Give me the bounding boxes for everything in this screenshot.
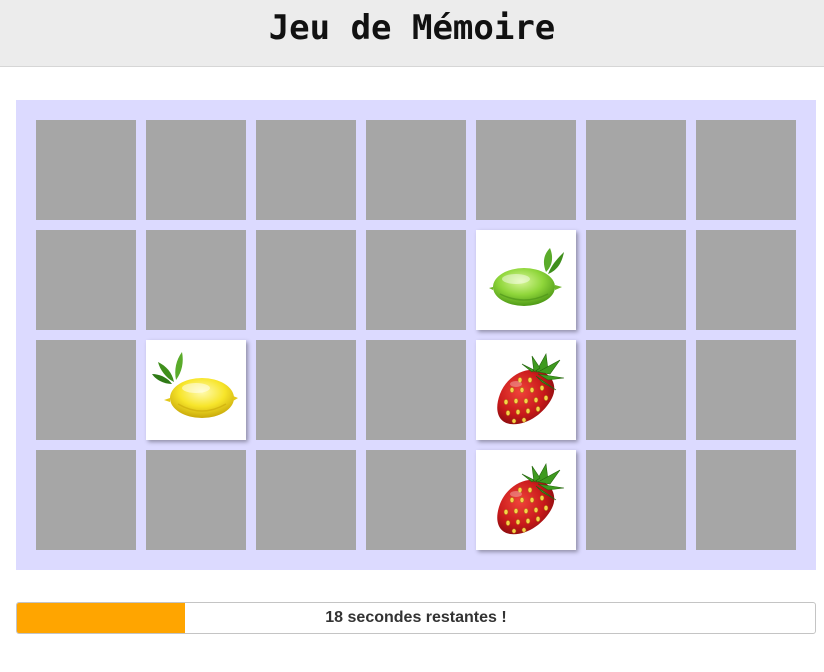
card-back[interactable]	[476, 120, 576, 220]
card-revealed-strawberry[interactable]	[476, 450, 576, 550]
card-back[interactable]	[366, 340, 466, 440]
card-back[interactable]	[696, 120, 796, 220]
card-back[interactable]	[256, 450, 356, 550]
card-back[interactable]	[586, 230, 686, 330]
card-back[interactable]	[256, 230, 356, 330]
card-back[interactable]	[366, 230, 466, 330]
card-back[interactable]	[36, 340, 136, 440]
page-header: Jeu de Mémoire	[0, 0, 824, 67]
timer-label: 18 secondes restantes !	[325, 609, 507, 626]
card-back[interactable]	[366, 450, 466, 550]
card-back[interactable]	[696, 340, 796, 440]
card-revealed-strawberry[interactable]	[476, 340, 576, 440]
card-back[interactable]	[36, 120, 136, 220]
card-back[interactable]	[146, 230, 246, 330]
card-back[interactable]	[586, 120, 686, 220]
card-back[interactable]	[256, 340, 356, 440]
card-back[interactable]	[36, 450, 136, 550]
card-back[interactable]	[36, 230, 136, 330]
card-revealed-lime[interactable]	[476, 230, 576, 330]
card-back[interactable]	[366, 120, 466, 220]
card-back[interactable]	[146, 120, 246, 220]
card-back[interactable]	[696, 230, 796, 330]
card-revealed-lemon[interactable]	[146, 340, 246, 440]
page-title: Jeu de Mémoire	[268, 8, 556, 48]
card-back[interactable]	[256, 120, 356, 220]
card-back[interactable]	[696, 450, 796, 550]
game-board	[16, 100, 816, 570]
card-back[interactable]	[586, 450, 686, 550]
card-back[interactable]	[146, 450, 246, 550]
timer-progress-bar: 18 secondes restantes !	[16, 602, 816, 634]
card-back[interactable]	[586, 340, 686, 440]
